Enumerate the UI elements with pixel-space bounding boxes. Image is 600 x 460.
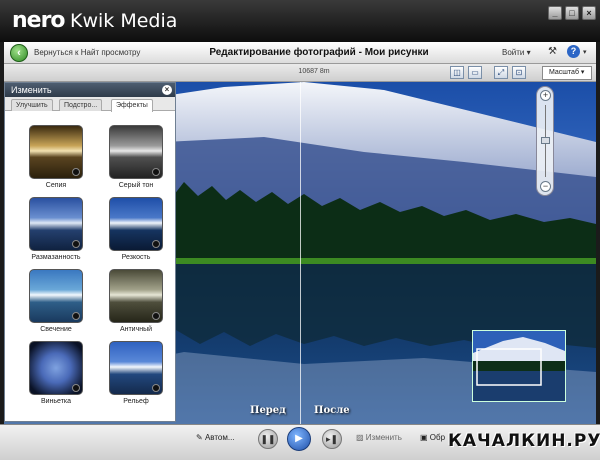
back-link[interactable]: Вернуться к Найт просмотру bbox=[34, 48, 140, 57]
close-icon[interactable]: × bbox=[162, 85, 172, 95]
edit-button[interactable]: ▨ Изменить bbox=[356, 433, 402, 442]
effect-sharpen[interactable]: Резкость bbox=[101, 197, 171, 261]
effects-grid: Сепия Серый тон Размазанность Резкость С… bbox=[5, 111, 175, 421]
edit-label: Изменить bbox=[365, 433, 402, 442]
zoom-out-icon[interactable]: − bbox=[540, 181, 551, 192]
auto-fix-button[interactable]: ✎ Автом... bbox=[196, 433, 235, 442]
apply-dot-icon bbox=[72, 168, 80, 176]
navigation-bar: ‹ Вернуться к Найт просмотру Редактирова… bbox=[4, 42, 596, 64]
effect-vignette[interactable]: Виньетка bbox=[21, 341, 91, 405]
zoom-slider[interactable]: + − bbox=[536, 86, 554, 196]
apply-dot-icon bbox=[72, 384, 80, 392]
effect-label: Рельеф bbox=[123, 398, 149, 405]
apply-dot-icon bbox=[152, 240, 160, 248]
after-label: После bbox=[314, 405, 350, 416]
single-view-icon[interactable]: ▭ bbox=[468, 66, 482, 79]
login-menu[interactable]: Войти ▾ bbox=[502, 48, 531, 57]
before-label: Перед bbox=[250, 405, 286, 416]
apply-dot-icon bbox=[152, 384, 160, 392]
close-window-button[interactable]: × bbox=[582, 6, 596, 20]
site-watermark: КАЧАЛКИН.РУ bbox=[448, 431, 600, 451]
effect-label: Резкость bbox=[121, 254, 151, 261]
tools-icon[interactable]: ⚒ bbox=[548, 46, 557, 57]
image-navigator[interactable] bbox=[472, 330, 566, 402]
title-bar: nero Kwik Media _ □ × bbox=[0, 0, 600, 42]
effect-glow[interactable]: Свечение bbox=[21, 269, 91, 333]
image-dimensions: 10687 8m bbox=[298, 68, 330, 75]
bottom-toolbar: ✎ Автом... ❚❚ ▶ ▸❚ ▨ Изменить ▣ Обр КАЧА… bbox=[0, 424, 600, 460]
effect-thumbnail bbox=[109, 125, 163, 179]
effect-blur[interactable]: Размазанность bbox=[21, 197, 91, 261]
play-icon[interactable]: ▶ bbox=[287, 427, 311, 451]
apply-dot-icon bbox=[72, 312, 80, 320]
fit-view-icon[interactable]: ⤢ bbox=[494, 66, 508, 79]
apply-dot-icon bbox=[72, 240, 80, 248]
effect-antique[interactable]: Античный bbox=[101, 269, 171, 333]
effect-thumbnail bbox=[29, 341, 83, 395]
next-icon[interactable]: ▸❚ bbox=[322, 429, 342, 449]
effect-sepia[interactable]: Сепия bbox=[21, 125, 91, 189]
tab-adjust[interactable]: Подстро... bbox=[59, 99, 103, 111]
tab-enhance[interactable]: Улучшить bbox=[11, 99, 53, 111]
auto-fix-label: Автом... bbox=[204, 433, 235, 442]
effect-thumbnail bbox=[29, 197, 83, 251]
minimize-button[interactable]: _ bbox=[548, 6, 562, 20]
split-view-icon[interactable]: ◫ bbox=[450, 66, 464, 79]
effect-label: Виньетка bbox=[40, 398, 72, 405]
effect-label: Серый тон bbox=[118, 182, 154, 189]
before-after-divider[interactable] bbox=[300, 82, 301, 424]
back-arrow-icon[interactable]: ‹ bbox=[10, 44, 28, 62]
actual-size-icon[interactable]: ⊡ bbox=[512, 66, 526, 79]
effect-thumbnail bbox=[109, 197, 163, 251]
share-button[interactable]: ▣ Обр bbox=[420, 433, 445, 442]
help-icon[interactable]: ? bbox=[567, 45, 580, 58]
effect-thumbnail bbox=[109, 269, 163, 323]
app-logo: nero bbox=[12, 8, 66, 33]
wand-icon: ✎ bbox=[196, 433, 205, 442]
effect-thumbnail bbox=[29, 125, 83, 179]
zoom-in-icon[interactable]: + bbox=[540, 90, 551, 101]
panel-header: Изменить × bbox=[5, 83, 175, 97]
zoom-dropdown[interactable]: Масштаб ▾ bbox=[542, 66, 592, 80]
maximize-button[interactable]: □ bbox=[565, 6, 579, 20]
effect-thumbnail bbox=[29, 269, 83, 323]
image-toolbar: 10687 8m ◫ ▭ ⤢ ⊡ Масштаб ▾ bbox=[4, 64, 596, 82]
effect-grayscale[interactable]: Серый тон bbox=[101, 125, 171, 189]
edit-icon: ▨ bbox=[356, 433, 366, 442]
apply-dot-icon bbox=[152, 168, 160, 176]
effect-emboss[interactable]: Рельеф bbox=[101, 341, 171, 405]
effect-label: Свечение bbox=[40, 326, 72, 333]
share-label: Обр bbox=[429, 433, 446, 442]
previous-icon[interactable]: ❚❚ bbox=[258, 429, 278, 449]
edit-panel: Изменить × Улучшить Подстро... Эффекты С… bbox=[4, 82, 176, 422]
panel-title: Изменить bbox=[11, 85, 52, 95]
effect-label: Античный bbox=[119, 326, 153, 333]
share-icon: ▣ bbox=[420, 433, 430, 442]
effect-label: Размазанность bbox=[31, 254, 81, 261]
help-dropdown-icon[interactable]: ▾ bbox=[583, 48, 587, 56]
app-title: Kwik Media bbox=[70, 10, 178, 32]
navigator-thumbnail bbox=[473, 331, 565, 401]
zoom-thumb[interactable] bbox=[541, 137, 550, 144]
page-title: Редактирование фотографий - Мои рисунки bbox=[209, 47, 429, 58]
panel-tabs: Улучшить Подстро... Эффекты bbox=[5, 97, 175, 112]
effect-thumbnail bbox=[109, 341, 163, 395]
effect-label: Сепия bbox=[45, 182, 67, 189]
apply-dot-icon bbox=[152, 312, 160, 320]
